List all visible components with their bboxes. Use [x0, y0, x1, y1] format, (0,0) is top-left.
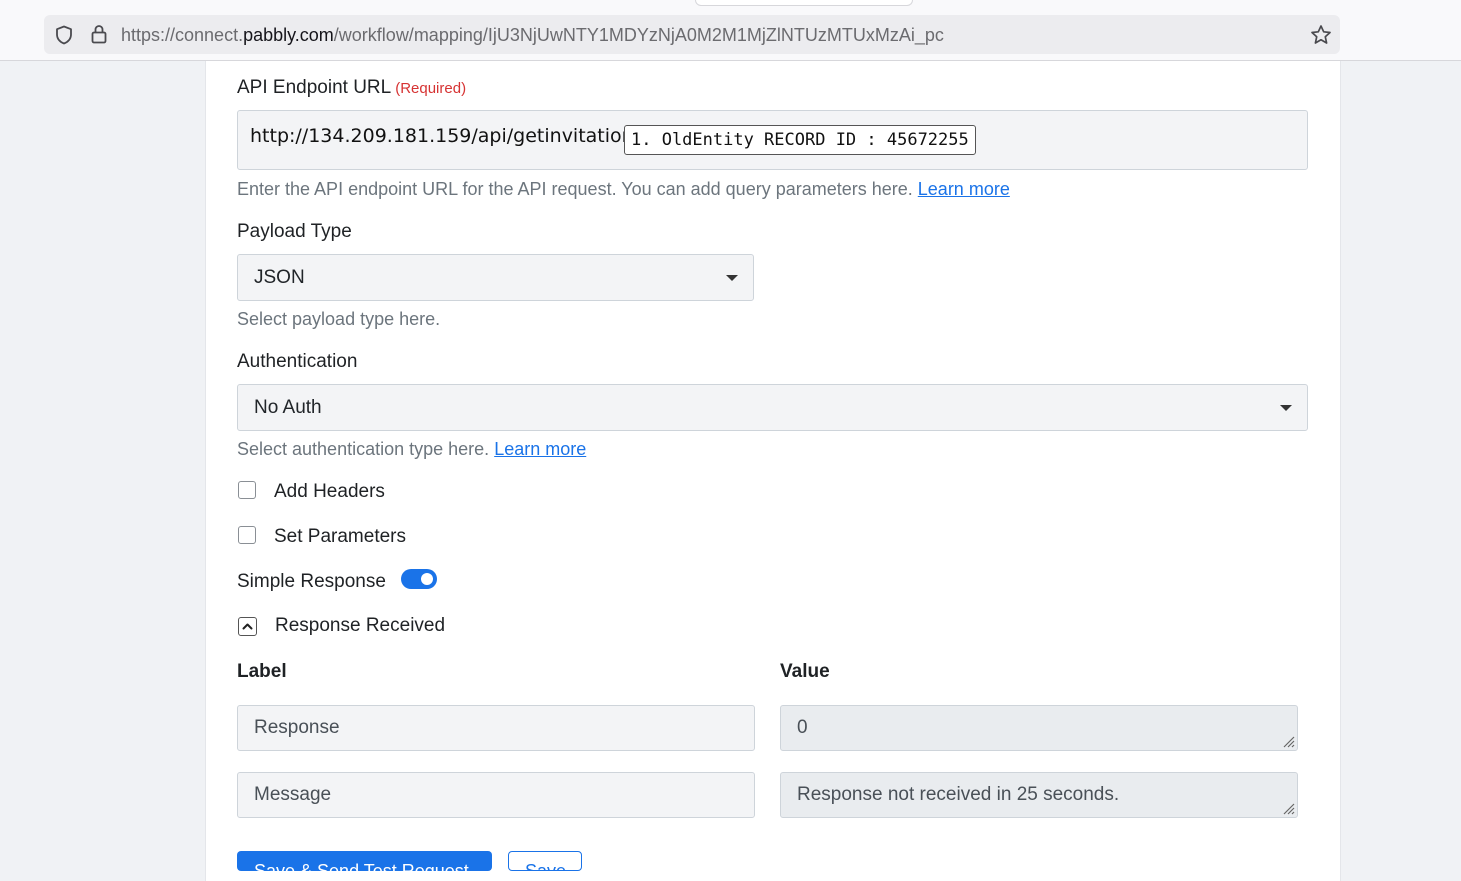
- add-headers-checkbox[interactable]: [238, 481, 256, 499]
- toggle-knob: [421, 573, 433, 585]
- url-domain: pabbly.com: [243, 25, 334, 45]
- label-column-header: Label: [237, 661, 287, 682]
- response-label-value: Response: [254, 717, 340, 738]
- response-received-label: Response Received: [275, 615, 446, 636]
- browser-toolbar: https://connect.pabbly.com/workflow/mapp…: [0, 0, 1461, 61]
- resize-grip-icon[interactable]: [1281, 734, 1295, 748]
- message-value-text: Response not received in 25 seconds.: [797, 784, 1120, 805]
- value-column-header: Value: [780, 661, 830, 682]
- chevron-down-icon: [1280, 405, 1292, 411]
- bookmark-star-icon[interactable]: [1310, 24, 1332, 46]
- message-label-field[interactable]: Message: [237, 772, 755, 818]
- simple-response-label: Simple Response: [237, 571, 386, 592]
- chevron-down-icon: [726, 275, 738, 281]
- save-and-send-test-request-label: Save & Send Test Request: [254, 861, 469, 871]
- payload-type-value: JSON: [254, 267, 305, 288]
- endpoint-label-row: API Endpoint URL (Required): [237, 77, 466, 99]
- endpoint-help: Enter the API endpoint URL for the API r…: [237, 179, 1010, 200]
- payload-type-label: Payload Type: [237, 221, 352, 242]
- response-value-field[interactable]: 0: [780, 705, 1298, 751]
- endpoint-url-text: http://134.209.181.159/api/getinvitation…: [250, 125, 641, 147]
- authentication-help: Select authentication type here. Learn m…: [237, 439, 586, 460]
- url-text[interactable]: https://connect.pabbly.com/workflow/mapp…: [121, 15, 944, 54]
- action-settings-card: API Endpoint URL (Required) http://134.20…: [205, 61, 1341, 881]
- authentication-select[interactable]: No Auth: [237, 384, 1308, 431]
- lock-icon[interactable]: [90, 24, 108, 44]
- authentication-help-text: Select authentication type here.: [237, 439, 490, 459]
- endpoint-learn-more-link[interactable]: Learn more: [918, 179, 1010, 199]
- response-label-field[interactable]: Response: [237, 705, 755, 751]
- save-button-label: Save: [525, 861, 567, 871]
- authentication-value: No Auth: [254, 397, 322, 418]
- set-parameters-checkbox[interactable]: [238, 526, 256, 544]
- simple-response-toggle[interactable]: [401, 569, 437, 589]
- chevron-up-icon: [242, 623, 253, 630]
- url-path: /workflow/mapping/IjU3NjUwNTY1MDYzNjA0M2…: [333, 25, 944, 45]
- url-prefix: https://connect.: [121, 25, 244, 45]
- add-headers-label[interactable]: Add Headers: [274, 481, 385, 503]
- authentication-learn-more-link[interactable]: Learn more: [494, 439, 586, 459]
- shield-icon[interactable]: [54, 25, 74, 45]
- collapse-toggle-button[interactable]: [238, 617, 257, 636]
- resize-grip-icon[interactable]: [1281, 801, 1295, 815]
- address-bar[interactable]: https://connect.pabbly.com/workflow/mapp…: [44, 15, 1340, 54]
- endpoint-label: API Endpoint URL: [237, 77, 392, 98]
- mapped-field-token[interactable]: 1. OldEntity RECORD ID : 45672255: [624, 125, 976, 155]
- response-value-text: 0: [797, 717, 808, 738]
- endpoint-help-text: Enter the API endpoint URL for the API r…: [237, 179, 913, 199]
- endpoint-url-input[interactable]: http://134.209.181.159/api/getinvitation…: [237, 110, 1308, 170]
- payload-help: Select payload type here.: [237, 309, 441, 329]
- required-marker: (Required): [395, 80, 467, 97]
- set-parameters-label[interactable]: Set Parameters: [274, 526, 406, 548]
- message-label-value: Message: [254, 784, 332, 805]
- active-tab-edge[interactable]: [695, 0, 913, 6]
- save-and-send-test-request-button[interactable]: Save & Send Test Request: [237, 851, 492, 871]
- payload-type-select[interactable]: JSON: [237, 254, 754, 301]
- save-button[interactable]: Save: [508, 851, 582, 871]
- message-value-field[interactable]: Response not received in 25 seconds.: [780, 772, 1298, 818]
- authentication-label: Authentication: [237, 351, 358, 372]
